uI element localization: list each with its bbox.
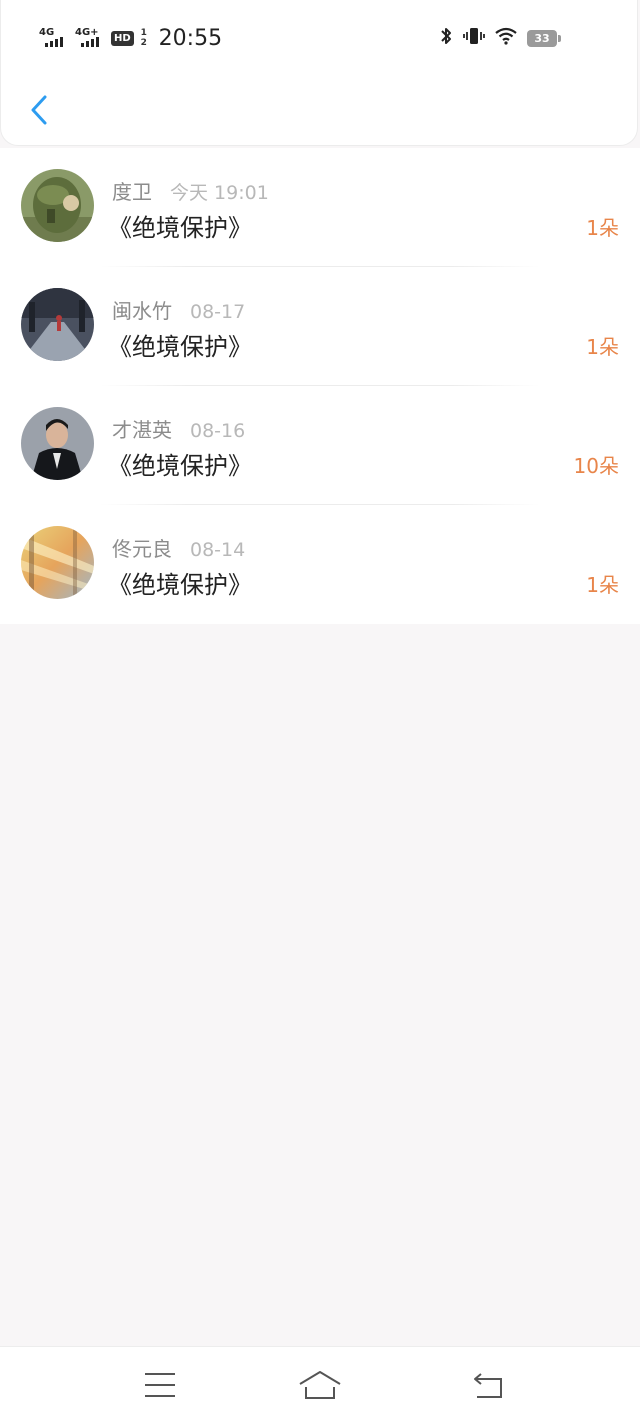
- home-icon: [299, 1371, 341, 1399]
- back-icon: [474, 1373, 502, 1398]
- book-title[interactable]: 《绝境保护》: [108, 208, 252, 243]
- avatar-runner-icon: [21, 288, 94, 361]
- record-meta: 度卫 今天 19:01: [112, 176, 269, 205]
- hd-sim-indicator: 1 2: [140, 28, 147, 48]
- book-title[interactable]: 《绝境保护》: [108, 446, 252, 481]
- user-name: 才湛英: [112, 418, 172, 442]
- book-title[interactable]: 《绝境保护》: [108, 327, 252, 362]
- avatar[interactable]: [21, 288, 94, 361]
- gift-amount: 1朵: [586, 216, 619, 240]
- record-date: 今天 19:01: [170, 182, 269, 204]
- avatar[interactable]: [21, 526, 94, 599]
- list-item[interactable]: 佟元良 08-14 《绝境保护》 1朵: [0, 505, 640, 624]
- book-title[interactable]: 《绝境保护》: [108, 565, 252, 600]
- hd-voice-icon: HD: [111, 30, 134, 46]
- bluetooth-icon: [439, 26, 453, 50]
- system-nav-bar: [0, 1346, 640, 1423]
- wifi-icon: [495, 27, 517, 49]
- record-date: 08-16: [190, 420, 246, 442]
- top-header: 4G 4G+ HD 1 2 20:55 33: [0, 0, 638, 146]
- record-meta: 才湛英 08-16: [112, 414, 245, 443]
- battery-icon: 33: [527, 29, 561, 47]
- avatar[interactable]: [21, 407, 94, 480]
- gift-amount: 10朵: [573, 454, 619, 478]
- list-item[interactable]: 才湛英 08-16 《绝境保护》 10朵: [0, 386, 640, 505]
- home-button[interactable]: [298, 1369, 342, 1401]
- gift-amount: 1朵: [586, 335, 619, 359]
- chevron-left-icon: [31, 95, 47, 125]
- record-date: 08-14: [190, 539, 246, 561]
- menu-icon: [145, 1373, 175, 1397]
- back-nav-button[interactable]: [468, 1369, 508, 1401]
- signal-4g-icon: 4G: [37, 27, 67, 49]
- user-name: 度卫: [112, 180, 152, 204]
- signal-4g-plus-icon: 4G+: [73, 27, 103, 49]
- avatar-sunlight-icon: [21, 526, 94, 599]
- status-bar-left: 4G 4G+ HD 1 2 20:55: [37, 24, 222, 52]
- avatar-man-suit-icon: [21, 407, 94, 480]
- status-bar-right: 33: [439, 24, 561, 52]
- user-name: 闽水竹: [112, 299, 172, 323]
- gift-record-list: 度卫 今天 19:01 《绝境保护》 1朵 闽水竹 08-17 《绝境保护》 1…: [0, 148, 640, 624]
- list-item[interactable]: 闽水竹 08-17 《绝境保护》 1朵: [0, 267, 640, 386]
- record-meta: 闽水竹 08-17: [112, 295, 245, 324]
- back-button[interactable]: [21, 90, 57, 130]
- gift-amount: 1朵: [586, 573, 619, 597]
- clock-time: 20:55: [158, 25, 223, 51]
- user-name: 佟元良: [112, 537, 172, 561]
- vibrate-icon: [463, 26, 485, 50]
- avatar[interactable]: [21, 169, 94, 242]
- avatar-bag-icon: [21, 169, 94, 242]
- record-date: 08-17: [190, 301, 246, 323]
- menu-button[interactable]: [140, 1369, 180, 1401]
- list-item[interactable]: 度卫 今天 19:01 《绝境保护》 1朵: [0, 148, 640, 267]
- record-meta: 佟元良 08-14: [112, 533, 245, 562]
